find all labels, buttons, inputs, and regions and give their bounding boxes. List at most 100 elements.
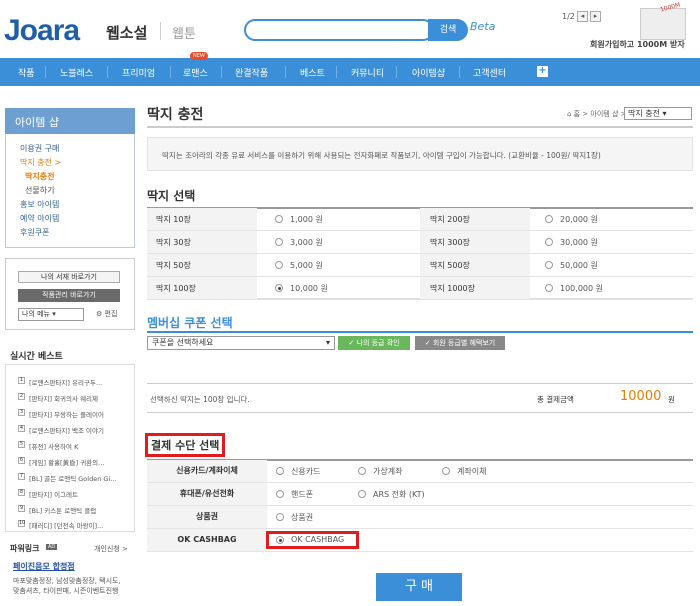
option-price: 100,000 원 [560,284,603,293]
divider [147,126,693,128]
list-item[interactable]: [판타지] 무쌍하는 플레이어 [29,409,104,419]
search-input[interactable] [244,19,434,41]
radio-30[interactable] [275,238,283,246]
selected-summary: 선택하신 딱지는 100장 입니다. [150,395,250,404]
nav-item[interactable]: 작품 [18,66,35,79]
radio-500[interactable] [545,261,553,269]
coupon-select-value: 쿠폰을 선택하세요 [152,338,214,347]
payment-label: 휴대폰/유선전화 [147,483,267,505]
nav-divider [285,66,286,78]
option-price: 1,000 원 [290,215,323,224]
option-price: 5,000 원 [290,261,323,270]
rank-icon: 3 [18,409,25,416]
sidebar-item[interactable]: 후원쿠폰 [20,227,49,238]
list-item[interactable]: [게임] 황홀[黃昏] 귀환의... [29,457,104,467]
nav-item[interactable]: 노블레스 [60,66,93,79]
nav-item[interactable]: 커뮤니티 [351,66,384,79]
payment-option: OK CASHBAG [291,535,345,544]
apply-link[interactable]: 개인신청 > [94,544,128,554]
payment-option: 핸드폰 [291,490,314,499]
list-item[interactable]: [판타지] 이그레트 [29,489,78,499]
rank-icon: 2 [18,393,25,400]
rank-icon: 1 [18,377,25,384]
nav-item[interactable]: 완결작품 [235,66,268,79]
promo-text[interactable]: 회원가입하고 1000M 받자 [590,39,685,50]
sidebar-item[interactable]: 예약 아이템 [20,213,59,224]
radio-1000[interactable] [545,284,553,292]
sidebar-item[interactable]: 이용권 구매 [20,143,59,154]
nav-item[interactable]: 로맨스 [183,66,208,79]
radio-10[interactable] [275,215,283,223]
next-arrow-icon[interactable]: ▸ [590,11,601,22]
payment-option: 상품권 [291,513,314,522]
radio-phone[interactable] [276,490,284,498]
sidebar-subitem[interactable]: 선물하기 [25,185,54,196]
works-manage-button[interactable]: 작품관리 바로가기 [18,289,120,302]
option-label: 딱지 100장 [156,283,196,294]
grade-benefit-label: 회원 등급별 혜택보기 [432,339,496,347]
payment-label: 상품권 [147,506,267,528]
list-item[interactable]: [판타지] 회귀의사 웨리제 [29,393,98,403]
grade-benefit-button[interactable]: ✓ 회원 등급별 혜택보기 [415,336,505,350]
web-novel-tab[interactable]: 웹소설 [106,22,147,43]
list-item[interactable]: [로맨스판타지] 백조 이야기 [29,425,104,435]
payment-label: 신용카드/계좌이체 [147,460,267,482]
sidebar-title: 아이템 샵 [5,108,135,134]
breadcrumb-select[interactable]: 딱지 충전 ▾ [624,107,692,120]
plus-icon[interactable]: + [537,66,548,77]
rank-icon: 7 [18,473,25,480]
radio-ars[interactable] [358,490,366,498]
nav-divider [459,66,460,78]
nav-item[interactable]: 프리미엄 [122,66,155,79]
check-grade-label: 나의 등급 확인 [356,339,400,347]
option-label: 딱지 300장 [430,237,470,248]
edit-label: 편집 [104,310,118,318]
nav-item[interactable]: 아이템샵 [412,66,445,79]
nav-divider [396,66,397,78]
list-item[interactable]: [BL] 골든 로맨틱 Golden Gi... [29,473,116,483]
chevron-down-icon: ▾ [325,338,330,347]
buy-button[interactable]: 구 매 [376,573,462,601]
nav-item[interactable]: 고객센터 [473,66,506,79]
radio-credit-card[interactable] [276,467,284,475]
divider [147,331,693,333]
radio-bank-transfer[interactable] [442,467,450,475]
total-label: 총 결제금액 [537,395,574,404]
search-button[interactable]: 검색 [428,19,468,41]
payment-option: ARS 전화 (KT) [373,490,425,499]
radio-50[interactable] [275,261,283,269]
payment-option: 계좌이체 [457,467,487,476]
my-library-button[interactable]: 나의 서재 바로가기 [18,271,120,283]
rank-icon: 6 [18,457,25,464]
sidebar-subitem-active[interactable]: 딱지충전 [25,171,54,182]
rank-icon: 5 [18,441,25,448]
list-item[interactable]: [로맨스판타지] 유리구두... [29,377,102,387]
radio-gift-card[interactable] [276,513,284,521]
sidebar-item[interactable]: 홍보 아이템 [20,199,59,210]
realtime-best-title: 실시간 베스트 [10,352,63,362]
list-item[interactable]: [BL] 키스툰 로맨틱 클럽 [29,505,96,515]
option-price: 3,000 원 [290,238,323,247]
radio-ok-cashbag-selected[interactable] [276,536,284,544]
radio-virtual-account[interactable] [358,467,366,475]
check-grade-button[interactable]: ✓ 나의 등급 확인 [338,336,410,350]
list-item[interactable]: [패러디] [던전속 마왕이]... [29,520,103,530]
select-section-title: 딱지 선택 [147,189,196,203]
coupon-select[interactable]: 쿠폰을 선택하세요 ▾ [147,336,335,350]
radio-300[interactable] [545,238,553,246]
total-amount: 10000 [620,389,662,404]
webtoon-tab[interactable]: 웹툰 [172,23,196,42]
sidebar-item-active[interactable]: 딱지 충전 > [20,157,61,168]
option-label: 딱지 200장 [430,214,470,225]
ad-link[interactable]: 페이진음모 합정점 [13,561,75,572]
nav-item[interactable]: 베스트 [300,66,325,79]
my-menu-select[interactable]: 나의 메뉴 ▾ [18,308,84,321]
edit-link[interactable]: ⚙ 편집 [96,309,117,319]
prev-arrow-icon[interactable]: ◂ [577,11,588,22]
radio-100-selected[interactable] [275,284,283,292]
list-item[interactable]: [퓨전] 사용하여 K [29,441,78,451]
radio-200[interactable] [545,215,553,223]
joara-logo[interactable]: Joara [4,14,80,48]
rank-icon: 8 [18,489,25,496]
breadcrumb: ⌂ 홈 > 아이템 샵 > [567,110,627,118]
